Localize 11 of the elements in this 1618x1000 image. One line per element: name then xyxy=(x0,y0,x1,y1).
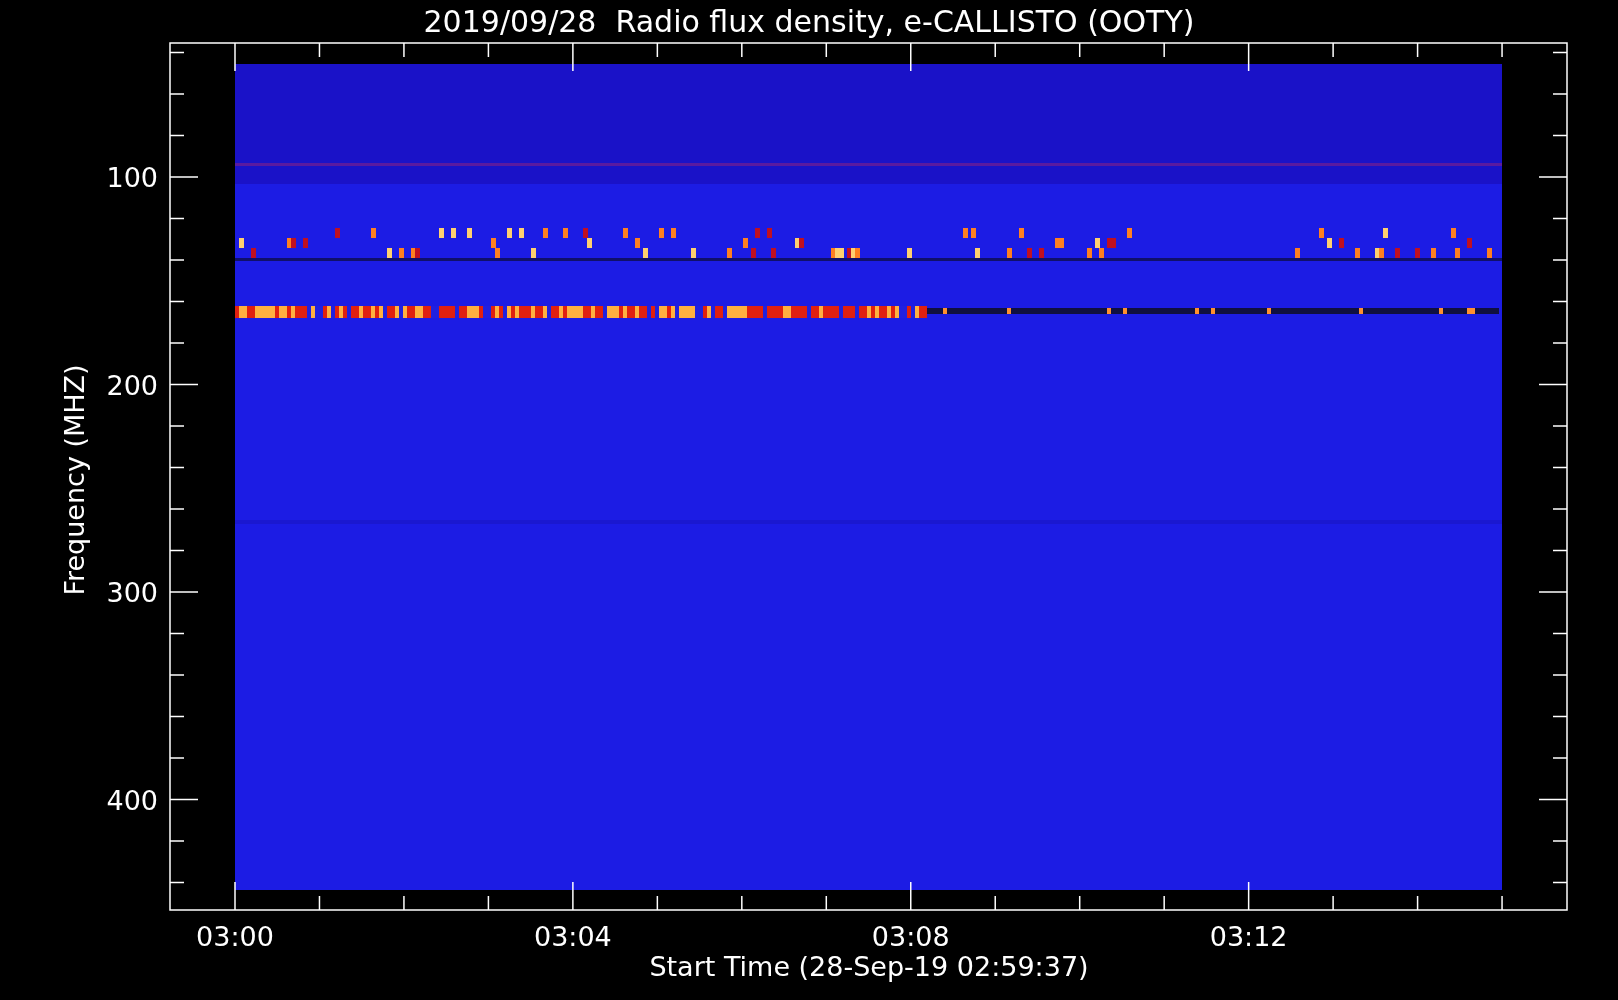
x-axis-label: Start Time (28-Sep-19 02:59:37) xyxy=(649,951,1089,982)
x-tick-label: 03:04 xyxy=(533,921,612,952)
x-tick-label: 03:08 xyxy=(871,921,950,952)
y-tick-label: 400 xyxy=(106,784,158,816)
y-tick-label: 100 xyxy=(106,162,158,193)
chart-title: 2019/09/28 Radio flux density, e-CALLISTO (OOTY) xyxy=(423,4,1195,39)
y-axis-label: Frequency (MHZ) xyxy=(59,364,90,596)
y-tick-label: 200 xyxy=(106,369,158,401)
x-tick-label: 03:00 xyxy=(196,921,274,952)
x-tick-label: 03:12 xyxy=(1209,921,1288,952)
y-tick-label: 300 xyxy=(106,577,158,608)
